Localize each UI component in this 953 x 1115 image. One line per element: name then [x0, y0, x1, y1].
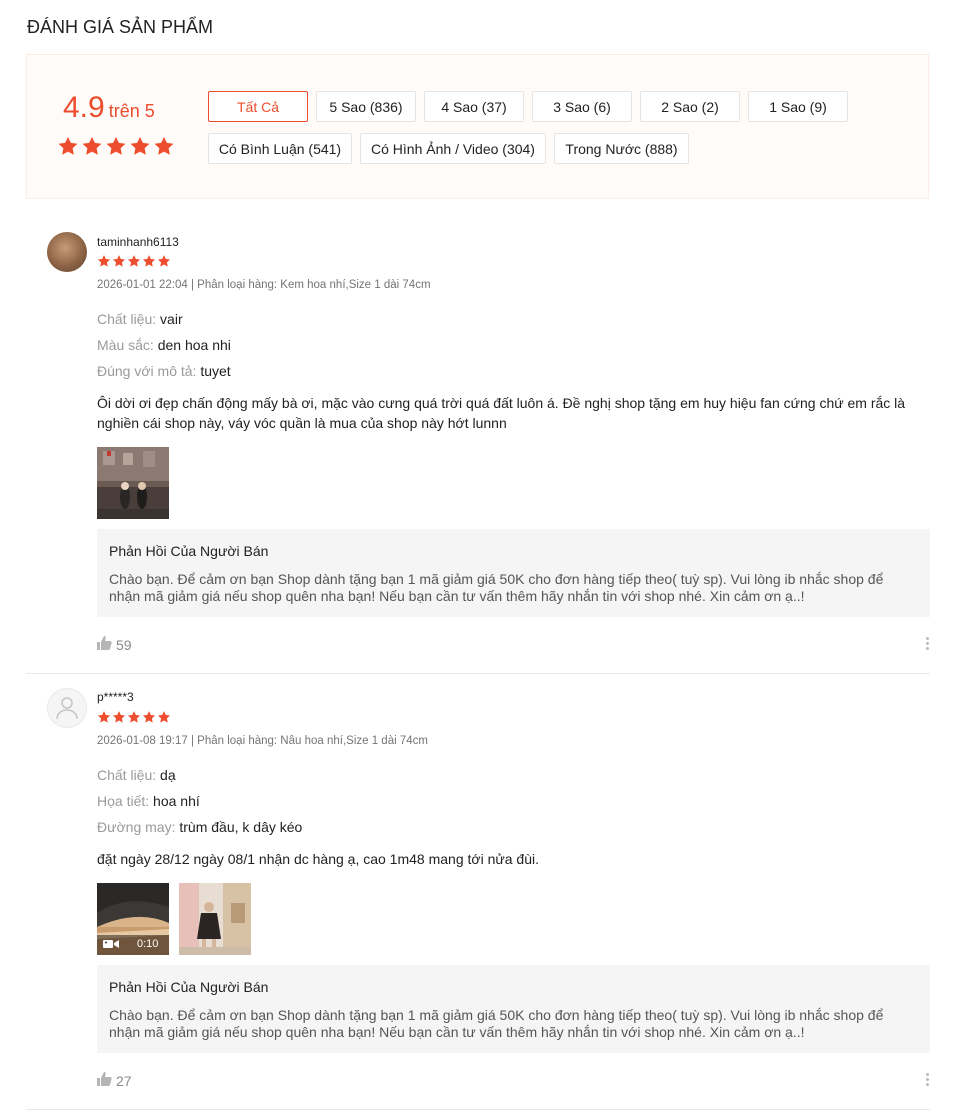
- seller-reply-content: Chào bạn. Để cảm ơn bạn Shop dành tặng b…: [109, 1007, 884, 1040]
- more-vertical-icon[interactable]: [926, 1073, 930, 1086]
- attribute-value: hoa nhí: [153, 793, 200, 809]
- attribute-key: Chất liệu:: [97, 311, 157, 327]
- like-button[interactable]: 27: [97, 1072, 132, 1089]
- attribute-value: tuyet: [200, 363, 231, 379]
- star-icon: [58, 136, 78, 155]
- review-stars: [97, 254, 171, 268]
- review-comment: đặt ngày 28/12 ngày 08/1 nhận dc hàng ạ,…: [97, 851, 539, 867]
- attribute-key: Đúng với mô tả:: [97, 363, 197, 379]
- attribute-key: Chất liệu:: [97, 767, 157, 783]
- avatar[interactable]: [47, 232, 87, 272]
- star-icon: [142, 255, 156, 267]
- rating-summary: 4.9 trên 5 Tất Cả 5 Sao (836) 4 Sao (37) …: [26, 54, 929, 199]
- rating-suffix: trên 5: [108, 101, 155, 121]
- review-photo[interactable]: [179, 883, 251, 955]
- seller-reply: Phản Hồi Của Người Bán Chào bạn. Để cảm …: [97, 965, 930, 1053]
- seller-reply-title: Phản Hồi Của Người Bán: [109, 979, 269, 995]
- star-icon: [97, 255, 111, 267]
- avatar[interactable]: [47, 688, 87, 728]
- review-attribute: Màu sắc: den hoa nhi: [97, 337, 231, 353]
- review-stars: [97, 710, 171, 724]
- default-avatar-icon: [56, 697, 78, 720]
- star-icon: [157, 711, 171, 723]
- review-attribute: Chất liệu: vair: [97, 311, 183, 327]
- star-icon: [130, 136, 150, 155]
- star-icon: [106, 136, 126, 155]
- filter-4-stars[interactable]: 4 Sao (37): [424, 91, 524, 122]
- star-icon: [142, 711, 156, 723]
- overall-rating: 4.9 trên 5: [63, 91, 155, 125]
- filter-with-media[interactable]: Có Hình Ảnh / Video (304): [360, 133, 546, 164]
- attribute-value: trùm đầu, k dây kéo: [179, 819, 303, 835]
- filter-5-stars[interactable]: 5 Sao (836): [316, 91, 416, 122]
- star-icon: [154, 136, 174, 155]
- review-meta: 2026-01-08 19:17 | Phân loại hàng: Nâu h…: [97, 735, 428, 747]
- star-icon: [127, 255, 141, 267]
- section-title: ĐÁNH GIÁ SẢN PHẨM: [27, 17, 214, 37]
- review-comment: Ôi dời ơi đẹp chấn động mấy bà ơi, mặc v…: [97, 395, 906, 431]
- star-icon: [112, 255, 126, 267]
- star-icon: [157, 255, 171, 267]
- seller-reply: Phản Hồi Của Người Bán Chào bạn. Để cảm …: [97, 529, 930, 617]
- like-button[interactable]: 59: [97, 636, 132, 653]
- attribute-value: den hoa nhi: [157, 337, 231, 353]
- star-icon: [97, 711, 111, 723]
- review-photo[interactable]: [97, 447, 169, 519]
- review-video[interactable]: 0:10: [97, 883, 169, 955]
- rating-value: 4.9: [63, 91, 105, 124]
- attribute-value: dạ: [160, 767, 176, 783]
- thumb-up-icon: [97, 1072, 112, 1089]
- like-count: 27: [116, 1072, 132, 1089]
- video-duration: 0:10: [137, 938, 159, 950]
- thumb-up-icon: [97, 636, 112, 653]
- filter-3-stars[interactable]: 3 Sao (6): [532, 91, 632, 122]
- star-icon: [127, 711, 141, 723]
- like-count: 59: [116, 636, 132, 653]
- seller-reply-content: Chào bạn. Để cảm ơn bạn Shop dành tặng b…: [109, 571, 884, 604]
- filter-with-comment[interactable]: Có Bình Luận (541): [208, 133, 352, 164]
- review-username: taminhanh6113: [97, 235, 179, 249]
- review-meta: 2026-01-01 22:04 | Phân loại hàng: Kem h…: [97, 279, 431, 291]
- divider: [26, 1109, 930, 1110]
- more-vertical-icon[interactable]: [926, 637, 930, 650]
- attribute-key: Đường may:: [97, 819, 176, 835]
- filter-1-star[interactable]: 1 Sao (9): [748, 91, 848, 122]
- star-icon: [112, 711, 126, 723]
- review-attribute: Họa tiết: hoa nhí: [97, 793, 200, 809]
- filter-all[interactable]: Tất Cả: [208, 91, 308, 122]
- attribute-value: vair: [160, 311, 183, 327]
- filter-domestic[interactable]: Trong Nước (888): [554, 133, 689, 164]
- review-attribute: Đúng với mô tả: tuyet: [97, 363, 231, 379]
- video-camera-icon: [103, 940, 119, 948]
- divider: [26, 673, 930, 674]
- filter-2-stars[interactable]: 2 Sao (2): [640, 91, 740, 122]
- review-username: p*****3: [97, 690, 134, 704]
- star-icon: [82, 136, 102, 155]
- attribute-key: Họa tiết:: [97, 793, 150, 809]
- overall-stars: [57, 135, 175, 157]
- review-attribute: Chất liệu: dạ: [97, 767, 176, 783]
- attribute-key: Màu sắc:: [97, 337, 154, 353]
- review-attribute: Đường may: trùm đầu, k dây kéo: [97, 819, 302, 835]
- seller-reply-title: Phản Hồi Của Người Bán: [109, 543, 269, 559]
